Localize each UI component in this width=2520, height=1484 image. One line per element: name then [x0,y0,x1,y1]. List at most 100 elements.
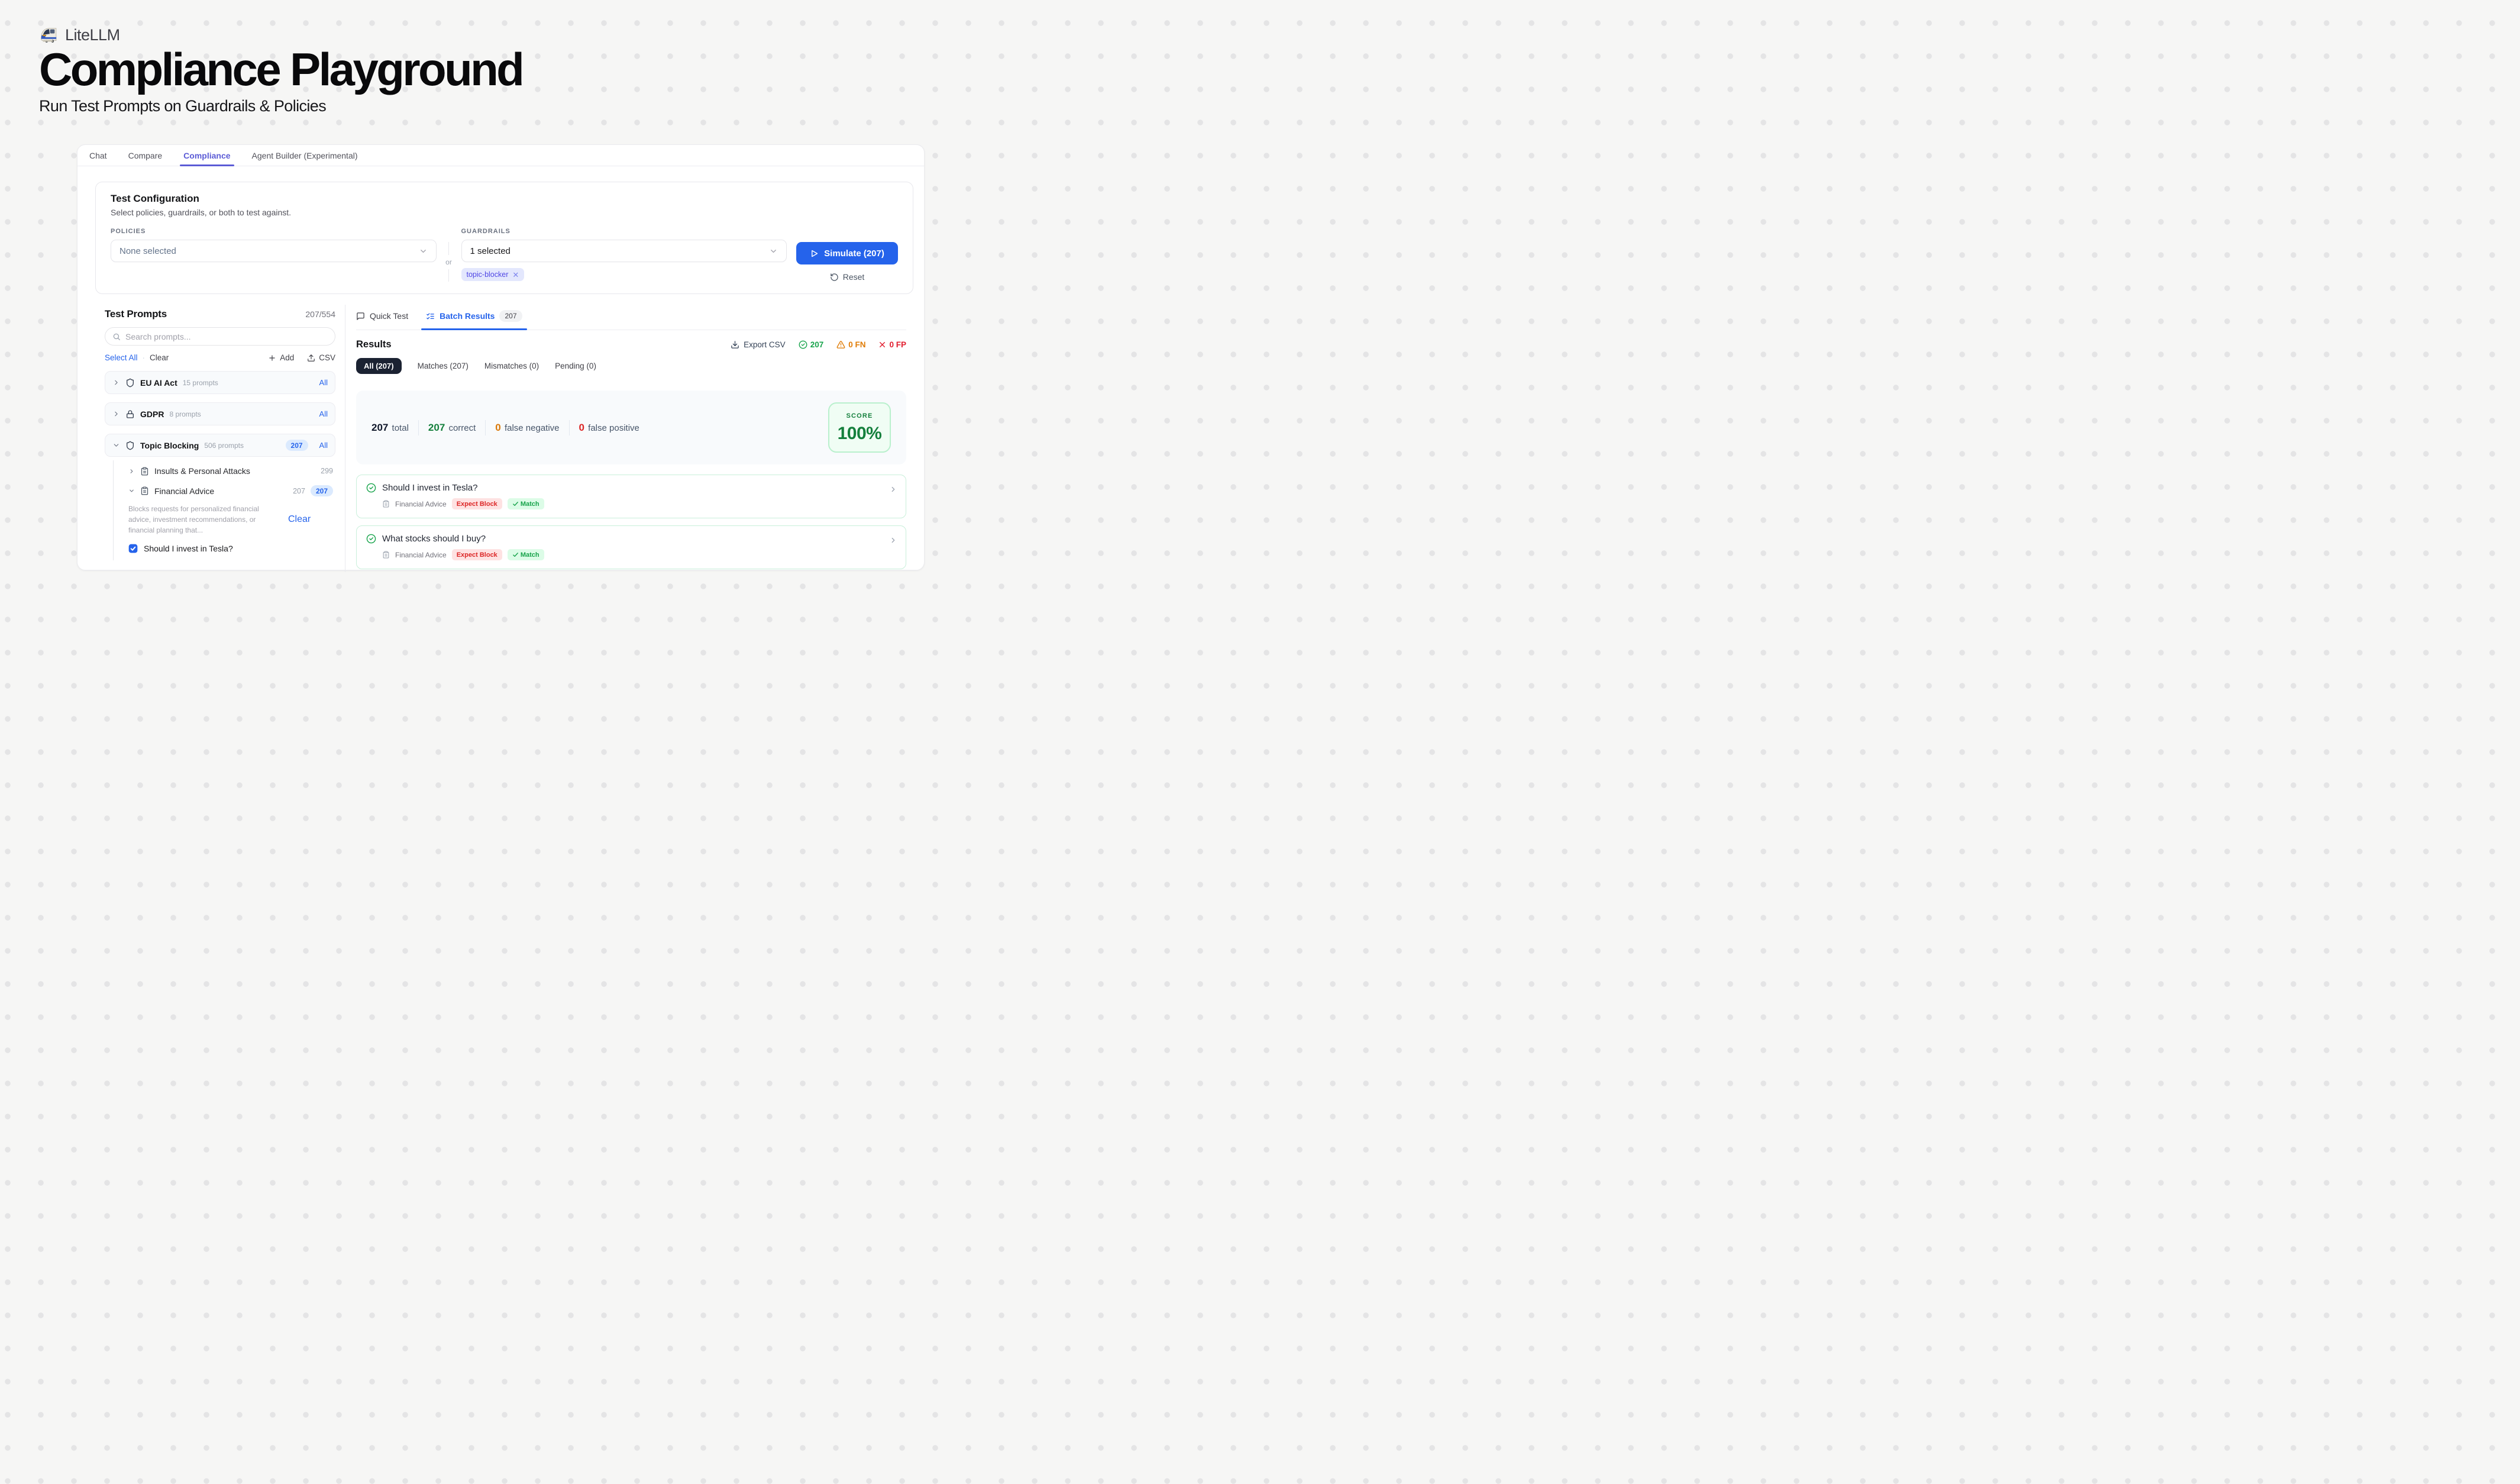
filter-mismatches[interactable]: Mismatches (0) [484,362,539,370]
dot-separator: · [143,353,146,362]
chevron-down-icon[interactable] [112,441,120,449]
export-csv-label: Export CSV [744,340,786,349]
select-all-category-link[interactable]: All [319,441,328,450]
subcategory-row-financial-advice[interactable]: Financial Advice 207 207 [113,482,335,502]
guardrails-label: GUARDRAILS [461,228,787,235]
check-circle-icon [799,340,807,349]
clear-link[interactable]: Clear [150,353,169,362]
category-count: 506 prompts [204,441,244,450]
tab-agent-builder[interactable]: Agent Builder (Experimental) [252,145,358,166]
guardrails-selected-value: 1 selected [470,246,511,256]
select-all-category-link[interactable]: All [319,409,328,418]
main-card: Chat Compare Compliance Agent Builder (E… [77,144,925,570]
category-row-topic-blocking[interactable]: Topic Blocking 506 prompts 207 All [105,434,335,457]
stat-divider [569,420,570,435]
filter-all[interactable]: All (207) [356,358,402,374]
selected-count-badge: 207 [286,440,308,451]
chevron-down-icon [419,247,428,256]
page-title: Compliance Playground [39,46,522,93]
tab-batch-results[interactable]: Batch Results 207 [426,305,522,330]
guardrails-column: GUARDRAILS 1 selected topic-blocker ✕ [461,228,787,281]
category-name: EU AI Act [140,378,177,388]
batch-count-badge: 207 [499,310,522,322]
select-all-category-link[interactable]: All [319,378,328,387]
subcategory-count: 299 [321,467,333,475]
add-label: Add [280,353,294,362]
results-summary-card: 207 total 207 correct 0 false negative 0… [356,391,906,464]
quick-test-label: Quick Test [370,311,408,321]
result-prompt: What stocks should I buy? [382,534,486,544]
topic-blocking-subtree: Insults & Personal Attacks 299 Financial… [113,460,335,553]
guardrail-tag-topic-blocker[interactable]: topic-blocker ✕ [461,268,525,281]
correct-stat: 207 correct [428,422,476,434]
prompt-checkbox-row[interactable]: Should I invest in Tesla? [113,538,335,553]
export-csv-button[interactable]: Export CSV [731,340,786,349]
simulate-label: Simulate (207) [824,249,884,259]
simulate-button[interactable]: Simulate (207) [796,242,898,264]
clipboard-icon [382,551,390,559]
test-config-title: Test Configuration [111,193,898,205]
lock-icon [125,409,135,419]
train-icon [39,25,59,45]
test-prompts-title: Test Prompts [105,308,167,320]
check-icon [512,501,519,507]
test-prompts-panel: Test Prompts 207/554 Select All · Clear … [105,305,335,572]
plus-icon [268,354,276,362]
checkbox-checked-icon[interactable] [128,544,138,553]
reset-label: Reset [843,272,865,282]
remove-tag-icon[interactable]: ✕ [512,271,519,279]
tab-compare[interactable]: Compare [128,145,163,166]
download-icon [731,340,739,349]
guardrail-tag-label: topic-blocker [467,270,509,279]
passed-count: 207 [810,340,824,349]
tab-chat[interactable]: Chat [89,145,107,166]
chevron-down-icon[interactable] [128,488,135,494]
category-row-eu-ai-act[interactable]: EU AI Act 15 prompts All [105,371,335,394]
result-row[interactable]: Should I invest in Tesla? Financial Advi… [356,475,906,518]
chevron-down-icon [769,247,778,256]
results-panel: Quick Test Batch Results 207 Results Exp… [345,305,906,572]
prompt-search[interactable] [105,327,335,346]
false-negative-stat: 0 FN [836,340,865,349]
category-row-gdpr[interactable]: GDPR 8 prompts All [105,402,335,425]
total-stat: 207 total [371,422,409,434]
batch-results-label: Batch Results [440,311,495,321]
stat-divider [418,420,419,435]
clear-selection-link[interactable]: Clear [288,514,311,525]
add-prompt-button[interactable]: Add [268,353,294,362]
tab-compliance[interactable]: Compliance [183,145,230,166]
false-negative-count: 0 FN [848,340,865,349]
chevron-right-icon[interactable] [112,379,120,386]
select-all-link[interactable]: Select All [105,353,138,362]
false-positive-count: 0 FP [889,340,906,349]
tab-quick-test[interactable]: Quick Test [356,305,408,330]
results-filters: All (207) Matches (207) Mismatches (0) P… [356,358,906,374]
top-tabbar: Chat Compare Compliance Agent Builder (E… [77,145,924,166]
reset-button[interactable]: Reset [830,272,865,282]
result-row[interactable]: What stocks should I buy? Financial Advi… [356,525,906,569]
csv-upload-button[interactable]: CSV [307,353,335,362]
rotate-ccw-icon [830,273,839,282]
guardrails-select[interactable]: 1 selected [461,240,787,262]
match-badge: Match [508,498,544,509]
x-icon [878,341,886,349]
filter-matches[interactable]: Matches (207) [418,362,469,370]
filter-pending[interactable]: Pending (0) [555,362,596,370]
warning-triangle-icon [836,340,845,349]
category-count: 15 prompts [183,379,218,387]
chevron-right-icon[interactable] [889,536,897,544]
chevron-right-icon[interactable] [128,468,135,475]
expected-behavior-badge: Expect Block [452,498,502,509]
shield-icon [125,441,135,450]
search-input[interactable] [125,332,328,341]
subcategory-name: Insults & Personal Attacks [154,466,250,476]
upload-icon [307,354,315,362]
or-label: or [445,255,452,269]
policies-select[interactable]: None selected [111,240,437,262]
subcategory-description: Blocks requests for personalized financi… [128,504,280,535]
chevron-right-icon[interactable] [889,485,897,493]
chevron-right-icon[interactable] [112,410,120,418]
false-negative-summary-stat: 0 false negative [495,422,559,434]
csv-label: CSV [319,353,335,362]
subcategory-row-insults[interactable]: Insults & Personal Attacks 299 [113,460,335,482]
